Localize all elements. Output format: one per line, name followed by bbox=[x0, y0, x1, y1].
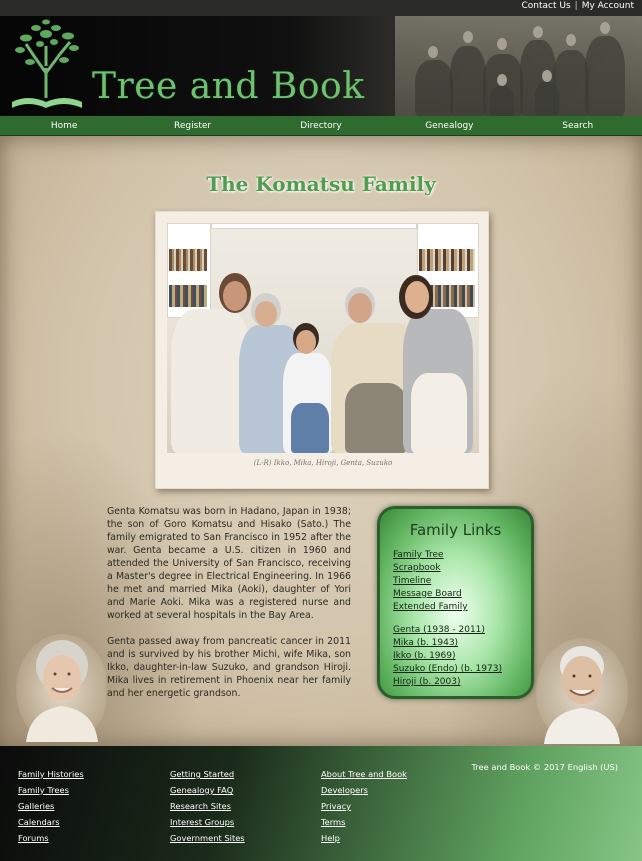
footer-link[interactable]: Developers bbox=[321, 782, 407, 798]
brand-name[interactable]: Tree and Book bbox=[92, 66, 365, 107]
footer-link[interactable]: About Tree and Book bbox=[321, 766, 407, 782]
footer-link[interactable]: Research Sites bbox=[170, 798, 245, 814]
family-photo bbox=[167, 223, 479, 453]
tree-on-book-icon[interactable] bbox=[8, 18, 88, 112]
site-header: Tree and Book bbox=[0, 16, 642, 116]
family-links-panel: Family Links Family Tree Scrapbook Timel… bbox=[377, 506, 534, 699]
footer-column-3: About Tree and Book Developers Privacy T… bbox=[321, 766, 407, 846]
footer-link[interactable]: Genealogy FAQ bbox=[170, 782, 245, 798]
link-timeline[interactable]: Timeline bbox=[393, 576, 431, 586]
footer-link[interactable]: Forums bbox=[18, 830, 84, 846]
main-nav: Home Register Directory Genealogy Search bbox=[0, 116, 642, 136]
header-family-photo bbox=[395, 16, 642, 116]
contact-us-link[interactable]: Contact Us bbox=[522, 1, 571, 11]
photo-caption: (L-R) Ikko, Mika, Hiroji, Genta, Suzuko bbox=[253, 459, 393, 467]
elderly-man-portrait bbox=[536, 638, 628, 744]
bio-paragraph: Genta Komatsu was born in Hadano, Japan … bbox=[107, 506, 351, 621]
footer-column-1: Family Histories Family Trees Galleries … bbox=[18, 766, 84, 846]
family-photo-frame: (L-R) Ikko, Mika, Hiroji, Genta, Suzuko bbox=[155, 211, 489, 489]
footer-column-2: Getting Started Genealogy FAQ Research S… bbox=[170, 766, 245, 846]
main-content: The Komatsu Family (L-R) Ikko, Mika, Hir… bbox=[0, 136, 642, 746]
elderly-woman-portrait bbox=[16, 634, 106, 742]
footer-link[interactable]: Getting Started bbox=[170, 766, 245, 782]
nav-home[interactable]: Home bbox=[1, 121, 127, 131]
top-links-separator: | bbox=[574, 1, 578, 11]
footer-link[interactable]: Government Sites bbox=[170, 830, 245, 846]
page-title: The Komatsu Family bbox=[206, 172, 436, 196]
link-message-board[interactable]: Message Board bbox=[393, 589, 462, 599]
link-member-mika[interactable]: Mika (b. 1943) bbox=[393, 638, 458, 648]
footer-link[interactable]: Interest Groups bbox=[170, 814, 245, 830]
footer-link[interactable]: Galleries bbox=[18, 798, 84, 814]
top-utility-bar: Contact Us | My Account bbox=[0, 0, 642, 16]
site-footer: Family Histories Family Trees Galleries … bbox=[0, 746, 642, 861]
footer-link[interactable]: Terms bbox=[321, 814, 407, 830]
nav-register[interactable]: Register bbox=[130, 121, 256, 131]
footer-link[interactable]: Family Histories bbox=[18, 766, 84, 782]
footer-link[interactable]: Family Trees bbox=[18, 782, 84, 798]
link-extended-family[interactable]: Extended Family bbox=[393, 602, 468, 612]
link-member-genta[interactable]: Genta (1938 - 2011) bbox=[393, 625, 485, 635]
copyright-text: Tree and Book © 2017 English (US) bbox=[471, 762, 618, 772]
nav-directory[interactable]: Directory bbox=[258, 121, 384, 131]
family-links-list: Family Tree Scrapbook Timeline Message B… bbox=[393, 549, 531, 689]
family-links-title: Family Links bbox=[409, 521, 502, 539]
top-links: Contact Us | My Account bbox=[522, 1, 635, 11]
nav-genealogy[interactable]: Genealogy bbox=[386, 121, 512, 131]
my-account-link[interactable]: My Account bbox=[582, 1, 634, 11]
link-scrapbook[interactable]: Scrapbook bbox=[393, 563, 441, 573]
bio-paragraph: Genta passed away from pancreatic cancer… bbox=[107, 636, 351, 699]
link-family-tree[interactable]: Family Tree bbox=[393, 550, 444, 560]
link-member-ikko[interactable]: Ikko (b. 1969) bbox=[393, 651, 456, 661]
link-member-suzuko[interactable]: Suzuko (Endo) (b. 1973) bbox=[393, 664, 502, 674]
footer-link[interactable]: Help bbox=[321, 830, 407, 846]
family-bio: Genta Komatsu was born in Hadano, Japan … bbox=[107, 505, 351, 713]
nav-search[interactable]: Search bbox=[515, 121, 641, 131]
footer-link[interactable]: Privacy bbox=[321, 798, 407, 814]
footer-link[interactable]: Calendars bbox=[18, 814, 84, 830]
link-member-hiroji[interactable]: Hiroji (b. 2003) bbox=[393, 677, 461, 687]
